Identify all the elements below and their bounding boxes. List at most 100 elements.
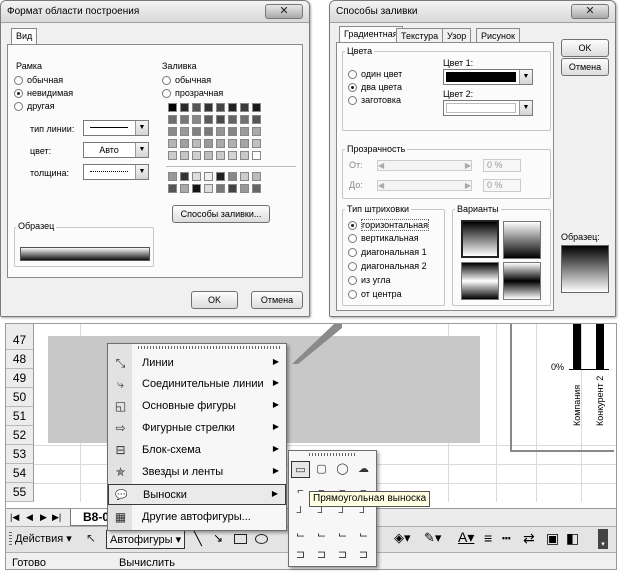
arrow-style-icon[interactable]: ⇄ (523, 530, 535, 547)
3d-icon[interactable]: ◧ (566, 530, 579, 547)
oval-callout-icon[interactable]: ◯ (333, 461, 352, 478)
arrow-icon[interactable]: ↘ (213, 531, 223, 545)
from-value-field[interactable]: 0 % (483, 159, 521, 172)
menu-item-stars-banners[interactable]: ✯ Звезды и ленты ▶ (108, 462, 286, 483)
menu-item-connectors[interactable]: ⤷ Соединительные линии ▶ (108, 374, 286, 395)
row-header-filler (6, 324, 34, 331)
cloud-callout-icon[interactable]: ☁ (354, 461, 373, 478)
colors-option-preset[interactable]: заготовка (348, 95, 401, 105)
prev-sheet-icon[interactable]: ◀ (26, 512, 33, 523)
menu-item-block-arrows[interactable]: ⇨ Фигурные стрелки ▶ (108, 418, 286, 439)
palette-divider (166, 166, 296, 167)
line-callout-7-icon[interactable]: ┘ (333, 505, 352, 522)
radio-icon (14, 101, 23, 111)
line-icon[interactable]: ╲ (194, 531, 202, 547)
close-icon[interactable]: ✕ (571, 4, 609, 19)
menu-item-flowchart[interactable]: ⊟ Блок-схема ▶ (108, 440, 286, 461)
shading-horizontal[interactable]: горизонтальная (348, 219, 429, 231)
next-sheet-icon[interactable]: ▶ (40, 512, 47, 523)
frame-color-select[interactable]: Авто ▼ (83, 142, 149, 158)
fill-effects-button[interactable]: Способы заливки... (172, 205, 270, 223)
tab-gradient[interactable]: Градиентная (339, 26, 403, 43)
frame-option-normal[interactable]: обычная (14, 75, 63, 85)
line-callout-14-icon[interactable]: ⊐ (312, 547, 331, 564)
variant-2[interactable] (503, 221, 541, 259)
line-callout-9-icon[interactable]: ⌙ (291, 527, 310, 544)
autoshapes-menu[interactable]: Автофигуры ▾ (106, 530, 186, 549)
cancel-button[interactable]: Отмена (251, 291, 303, 309)
rect-callout-icon[interactable]: ▭ (291, 461, 310, 478)
fill-option-transparent[interactable]: прозрачная (162, 88, 223, 98)
font-color-icon[interactable]: A▾ (458, 529, 474, 546)
tab-picture[interactable]: Рисунок (476, 28, 520, 43)
line-callout-8-icon[interactable]: ┘ (354, 505, 373, 522)
menu-item-callouts[interactable]: 💬 Выноски ▶ (108, 484, 286, 505)
color-palette[interactable] (168, 103, 261, 160)
fill-option-normal[interactable]: обычная (162, 75, 211, 85)
frame-option-invisible[interactable]: невидимая (14, 88, 73, 98)
first-sheet-icon[interactable]: |◀ (10, 512, 19, 523)
line-callout-10-icon[interactable]: ⌙ (312, 527, 331, 544)
row-header[interactable]: 47 (6, 331, 34, 350)
ok-button[interactable]: OK (191, 291, 238, 309)
shading-diagonal-1[interactable]: диагональная 1 (348, 247, 427, 257)
line-style-icon[interactable]: ≡ (484, 530, 492, 546)
cancel-button[interactable]: Отмена (561, 58, 609, 76)
line-callout-16-icon[interactable]: ⊐ (354, 547, 373, 564)
line-callout-5-icon[interactable]: ┘ (291, 505, 310, 522)
row-header[interactable]: 50 (6, 388, 34, 407)
line-callout-13-icon[interactable]: ⊐ (291, 547, 310, 564)
line-callout-12-icon[interactable]: ⌙ (354, 527, 373, 544)
line-callout-6-icon[interactable]: ┘ (312, 505, 331, 522)
row-header[interactable]: 52 (6, 426, 34, 445)
color1-select[interactable]: ▼ (443, 69, 533, 85)
shading-diagonal-2[interactable]: диагональная 2 (348, 261, 427, 271)
colors-option-two[interactable]: два цвета (348, 82, 402, 92)
rectangle-icon[interactable] (234, 534, 247, 544)
color2-select[interactable]: ▼ (443, 100, 533, 116)
dash-style-icon[interactable]: ┅ (502, 530, 510, 547)
select-objects-icon[interactable]: ↖ (86, 531, 96, 545)
tab-pattern[interactable]: Узор (442, 28, 472, 43)
extra-color-palette[interactable] (168, 172, 261, 193)
chart-bar[interactable] (573, 324, 581, 369)
to-value-field[interactable]: 0 % (483, 179, 521, 192)
shading-from-center[interactable]: от центра (348, 289, 402, 299)
row-header[interactable]: 55 (6, 483, 34, 502)
tab-texture[interactable]: Текстура (396, 28, 444, 43)
rounded-callout-icon[interactable]: ▢ (312, 461, 331, 478)
toolbar-options-icon[interactable]: ▾ (598, 529, 608, 549)
row-header[interactable]: 51 (6, 407, 34, 426)
variant-4[interactable] (503, 262, 541, 300)
tab-view[interactable]: Вид (11, 28, 38, 45)
row-header[interactable]: 49 (6, 369, 34, 388)
menu-item-more-autoshapes[interactable]: ▦ Другие автофигуры... (108, 507, 286, 528)
line-color-icon[interactable]: ✎▾ (424, 530, 441, 546)
actions-menu[interactable]: Действия ▾ (15, 532, 72, 545)
shadow-icon[interactable]: ▣ (546, 530, 559, 547)
from-slider[interactable]: ◀ ▶ (377, 160, 472, 171)
shading-from-corner[interactable]: из угла (348, 275, 391, 285)
ok-button[interactable]: OK (561, 39, 609, 57)
frame-option-custom[interactable]: другая (14, 101, 55, 111)
row-header[interactable]: 53 (6, 445, 34, 464)
last-sheet-icon[interactable]: ▶| (52, 512, 61, 523)
oval-icon[interactable] (255, 534, 268, 544)
menu-item-lines[interactable]: ⤡ Линии ▶ (108, 353, 286, 374)
row-header[interactable]: 54 (6, 464, 34, 483)
line-callout-11-icon[interactable]: ⌙ (333, 527, 352, 544)
close-icon[interactable]: ✕ (265, 4, 303, 19)
menu-item-basic-shapes[interactable]: ◱ Основные фигуры ▶ (108, 396, 286, 417)
shading-vertical[interactable]: вертикальная (348, 233, 419, 243)
variant-3[interactable] (461, 262, 499, 300)
fill-color-icon[interactable]: ◈▾ (394, 530, 411, 546)
line-thickness-select[interactable]: ▼ (83, 164, 149, 180)
line-callout-1-icon[interactable]: ⌐ (291, 483, 310, 500)
chart-bar[interactable] (596, 324, 604, 369)
line-type-select[interactable]: ▼ (83, 120, 149, 136)
row-header[interactable]: 48 (6, 350, 34, 369)
variant-1[interactable] (461, 220, 499, 258)
to-slider[interactable]: ◀ ▶ (377, 180, 472, 191)
colors-option-one[interactable]: один цвет (348, 69, 402, 79)
line-callout-15-icon[interactable]: ⊐ (333, 547, 352, 564)
